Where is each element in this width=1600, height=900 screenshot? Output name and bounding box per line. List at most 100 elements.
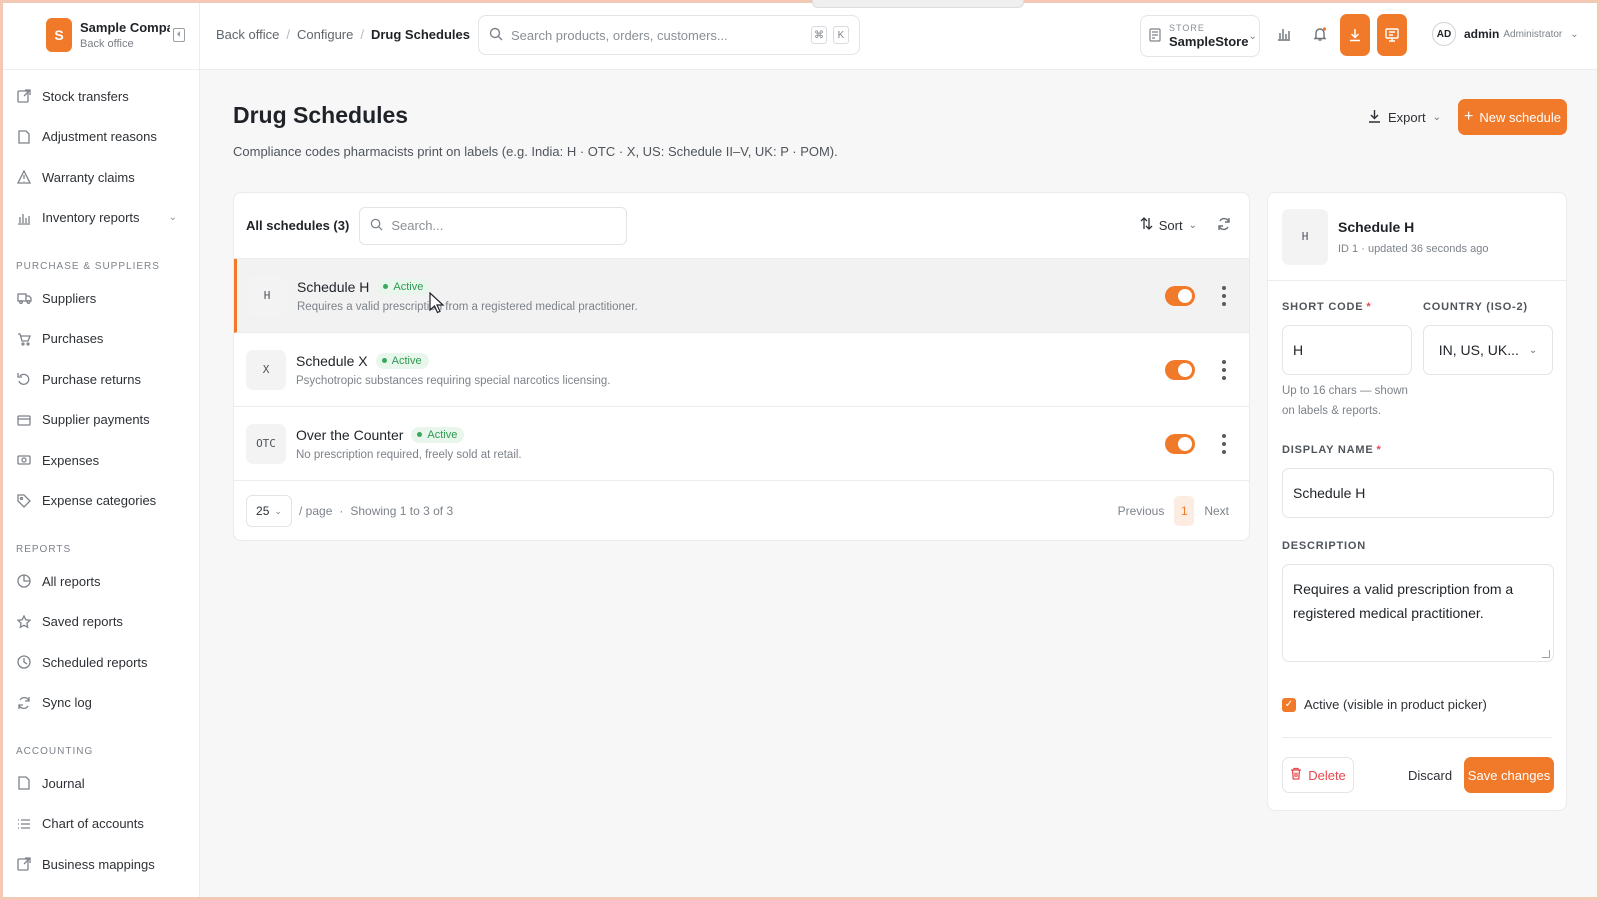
- download-button[interactable]: [1340, 14, 1370, 56]
- more-options-icon[interactable]: [1221, 434, 1227, 454]
- sidebar-item-all-reports[interactable]: All reports: [0, 561, 199, 602]
- sidebar-item-expenses[interactable]: Expenses: [0, 440, 199, 481]
- dot-separator: ·: [339, 504, 344, 518]
- page-title: Drug Schedules: [233, 102, 409, 128]
- store-icon: [1149, 27, 1161, 45]
- previous-page-button[interactable]: Previous: [1118, 504, 1165, 518]
- breadcrumb-back-office[interactable]: Back office: [216, 27, 279, 42]
- external-link-icon: [16, 856, 32, 872]
- detail-code-box: H: [1282, 208, 1328, 265]
- next-page-button[interactable]: Next: [1204, 504, 1229, 518]
- sidebar-item-suppliers[interactable]: Suppliers: [0, 278, 199, 319]
- sidebar-item-label: Expenses: [42, 452, 100, 468]
- sidebar-item-adjustment-reasons[interactable]: Adjustment reasons: [0, 117, 199, 158]
- status-badge: Active: [375, 352, 429, 369]
- breadcrumb-configure[interactable]: Configure: [297, 27, 353, 42]
- status-badge: Active: [411, 426, 465, 443]
- sidebar-item-saved-reports[interactable]: Saved reports: [0, 602, 199, 643]
- chevron-down-icon: ⌄: [274, 505, 282, 516]
- brand[interactable]: S Sample Company Back office: [0, 0, 199, 70]
- sidebar: S Sample Company Back office Stock trans…: [0, 0, 200, 900]
- country-select[interactable]: IN, US, UK... ⌄: [1423, 325, 1553, 375]
- brand-name: Sample Company: [80, 19, 170, 35]
- active-toggle[interactable]: [1165, 286, 1195, 306]
- global-search-input[interactable]: Search products, orders, customers... ⌘ …: [478, 15, 860, 55]
- short-code-hint: Up to 16 chars — shown on labels & repor…: [1282, 385, 1408, 417]
- list-toolbar: All schedules (3) Search... Sort ⌄: [234, 193, 1249, 259]
- active-checkbox[interactable]: ✓: [1282, 697, 1296, 712]
- user-menu[interactable]: AD admin Administrator ⌄: [1432, 22, 1579, 46]
- sort-button[interactable]: Sort ⌄: [1140, 217, 1197, 233]
- collapse-sidebar-icon[interactable]: [173, 28, 185, 42]
- new-schedule-label: New schedule: [1479, 109, 1561, 125]
- description-label: DESCRIPTION: [1282, 540, 1366, 552]
- export-button[interactable]: Export ⌄: [1368, 99, 1441, 135]
- schedule-description: No prescription required, freely sold at…: [296, 448, 522, 461]
- active-toggle[interactable]: [1165, 434, 1195, 454]
- kbd-k: K: [833, 26, 849, 44]
- sidebar-item-sync-log[interactable]: Sync log: [0, 683, 199, 724]
- short-code-input[interactable]: H: [1282, 325, 1412, 375]
- sidebar-item-label: Business mappings: [42, 856, 155, 872]
- more-options-icon[interactable]: [1221, 286, 1227, 306]
- breadcrumb-separator: /: [286, 27, 290, 42]
- sidebar-item-purchases[interactable]: Purchases: [0, 319, 199, 360]
- trash-icon: [1290, 767, 1302, 783]
- table-row[interactable]: H Schedule H Active Requires a valid pre…: [234, 259, 1249, 333]
- sidebar-item-purchase-returns[interactable]: Purchase returns: [0, 359, 199, 400]
- table-row[interactable]: X Schedule X Active Psychotropic substan…: [234, 333, 1249, 407]
- per-page-select[interactable]: 25 ⌄: [246, 495, 292, 527]
- sidebar-item-chart-of-accounts[interactable]: Chart of accounts: [0, 804, 199, 845]
- sidebar-item-supplier-payments[interactable]: Supplier payments: [0, 400, 199, 441]
- sidebar-item-inventory-reports[interactable]: Inventory reports ⌄: [0, 198, 199, 239]
- schedule-description: Requires a valid prescription from a reg…: [297, 300, 638, 313]
- sidebar-item-label: Stock transfers: [42, 88, 129, 104]
- more-options-icon[interactable]: [1221, 360, 1227, 380]
- sidebar-item-label: All reports: [42, 573, 101, 589]
- document-icon: [16, 129, 32, 145]
- warning-icon: [16, 169, 32, 185]
- schedule-title: Schedule X: [296, 352, 368, 369]
- store-selector[interactable]: STORE SampleStore ⌄: [1140, 15, 1260, 57]
- sidebar-item-business-mappings[interactable]: Business mappings: [0, 844, 199, 885]
- breadcrumb-separator: /: [360, 27, 364, 42]
- sidebar-item-label: Saved reports: [42, 614, 123, 630]
- sidebar-item-label: Expense categories: [42, 493, 157, 509]
- analytics-icon[interactable]: [1272, 22, 1296, 46]
- bar-chart-icon: [16, 210, 32, 226]
- resize-handle[interactable]: [1542, 650, 1550, 658]
- list-search-input[interactable]: Search...: [359, 206, 628, 245]
- pagination: 25 ⌄ / page · Showing 1 to 3 of 3 Previo…: [234, 481, 1249, 540]
- active-checkbox-row[interactable]: ✓ Active (visible in product picker): [1282, 697, 1487, 712]
- sidebar-item-stock-transfers[interactable]: Stock transfers: [0, 76, 199, 117]
- sidebar-item-scheduled-reports[interactable]: Scheduled reports: [0, 642, 199, 683]
- display-name-label: DISPLAY NAME *: [1282, 444, 1382, 456]
- plus-icon: +: [1464, 108, 1474, 125]
- table-row[interactable]: OTC Over the Counter Active No prescript…: [234, 407, 1249, 481]
- new-schedule-button[interactable]: + New schedule: [1458, 99, 1567, 135]
- sidebar-item-journal[interactable]: Journal: [0, 763, 199, 804]
- cash-icon: [16, 452, 32, 468]
- top-header: Back office / Configure / Drug Schedules…: [200, 0, 1600, 70]
- truck-icon: [16, 290, 32, 306]
- pos-terminal-button[interactable]: [1377, 14, 1407, 56]
- schedules-list: All schedules (3) Search... Sort ⌄ H Sch…: [233, 192, 1250, 541]
- chevron-down-icon[interactable]: ⌄: [169, 212, 177, 223]
- sidebar-item-expense-categories[interactable]: Expense categories: [0, 481, 199, 522]
- bell-icon[interactable]: [1308, 22, 1332, 46]
- refresh-icon[interactable]: [1217, 217, 1231, 234]
- avatar: AD: [1432, 22, 1456, 46]
- description-textarea[interactable]: Requires a valid prescription from a reg…: [1282, 564, 1554, 662]
- page-number-button[interactable]: 1: [1174, 496, 1195, 526]
- sidebar-item-warranty-claims[interactable]: Warranty claims: [0, 157, 199, 198]
- export-label: Export: [1388, 109, 1426, 125]
- active-toggle[interactable]: [1165, 360, 1195, 380]
- discard-button[interactable]: Discard: [1408, 757, 1452, 793]
- delete-button[interactable]: Delete: [1282, 757, 1354, 793]
- sidebar-item-label: Purchases: [42, 331, 104, 347]
- sidebar-section-reports: REPORTS: [16, 544, 72, 555]
- save-changes-button[interactable]: Save changes: [1464, 757, 1554, 793]
- display-name-input[interactable]: Schedule H: [1282, 468, 1554, 518]
- country-label: COUNTRY (ISO-2): [1423, 301, 1528, 313]
- search-icon: [370, 218, 383, 234]
